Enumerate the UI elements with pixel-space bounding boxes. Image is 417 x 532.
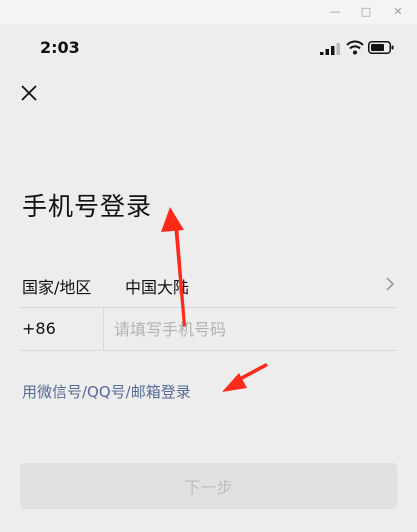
country-code[interactable]: +86 bbox=[22, 319, 56, 338]
chevron-right-icon bbox=[386, 277, 395, 291]
window-title-bar: — □ ✕ bbox=[0, 0, 417, 24]
divider bbox=[20, 350, 397, 351]
close-icon[interactable] bbox=[18, 82, 40, 104]
battery-icon bbox=[368, 41, 394, 54]
annotation-arrow-left bbox=[222, 363, 268, 392]
signal-icon bbox=[320, 43, 340, 55]
status-bar: 2:03 bbox=[0, 24, 417, 74]
wifi-icon bbox=[346, 40, 364, 55]
vertical-divider bbox=[103, 308, 104, 350]
region-value: 中国大陆 bbox=[125, 278, 190, 297]
region-selector[interactable]: 国家/地区 中国大陆 bbox=[0, 262, 417, 306]
phone-number-input[interactable] bbox=[114, 314, 404, 344]
next-button[interactable]: 下一步 bbox=[20, 463, 397, 509]
region-label: 国家/地区 bbox=[22, 278, 92, 297]
phone-row: +86 bbox=[0, 308, 417, 350]
status-time: 2:03 bbox=[40, 38, 80, 57]
alt-login-link[interactable]: 用微信号/QQ号/邮箱登录 bbox=[22, 381, 191, 402]
window-close-icon[interactable]: ✕ bbox=[390, 4, 406, 20]
page-title: 手机号登录 bbox=[22, 192, 153, 221]
maximize-icon[interactable]: □ bbox=[358, 4, 374, 20]
minimize-icon[interactable]: — bbox=[327, 4, 343, 20]
